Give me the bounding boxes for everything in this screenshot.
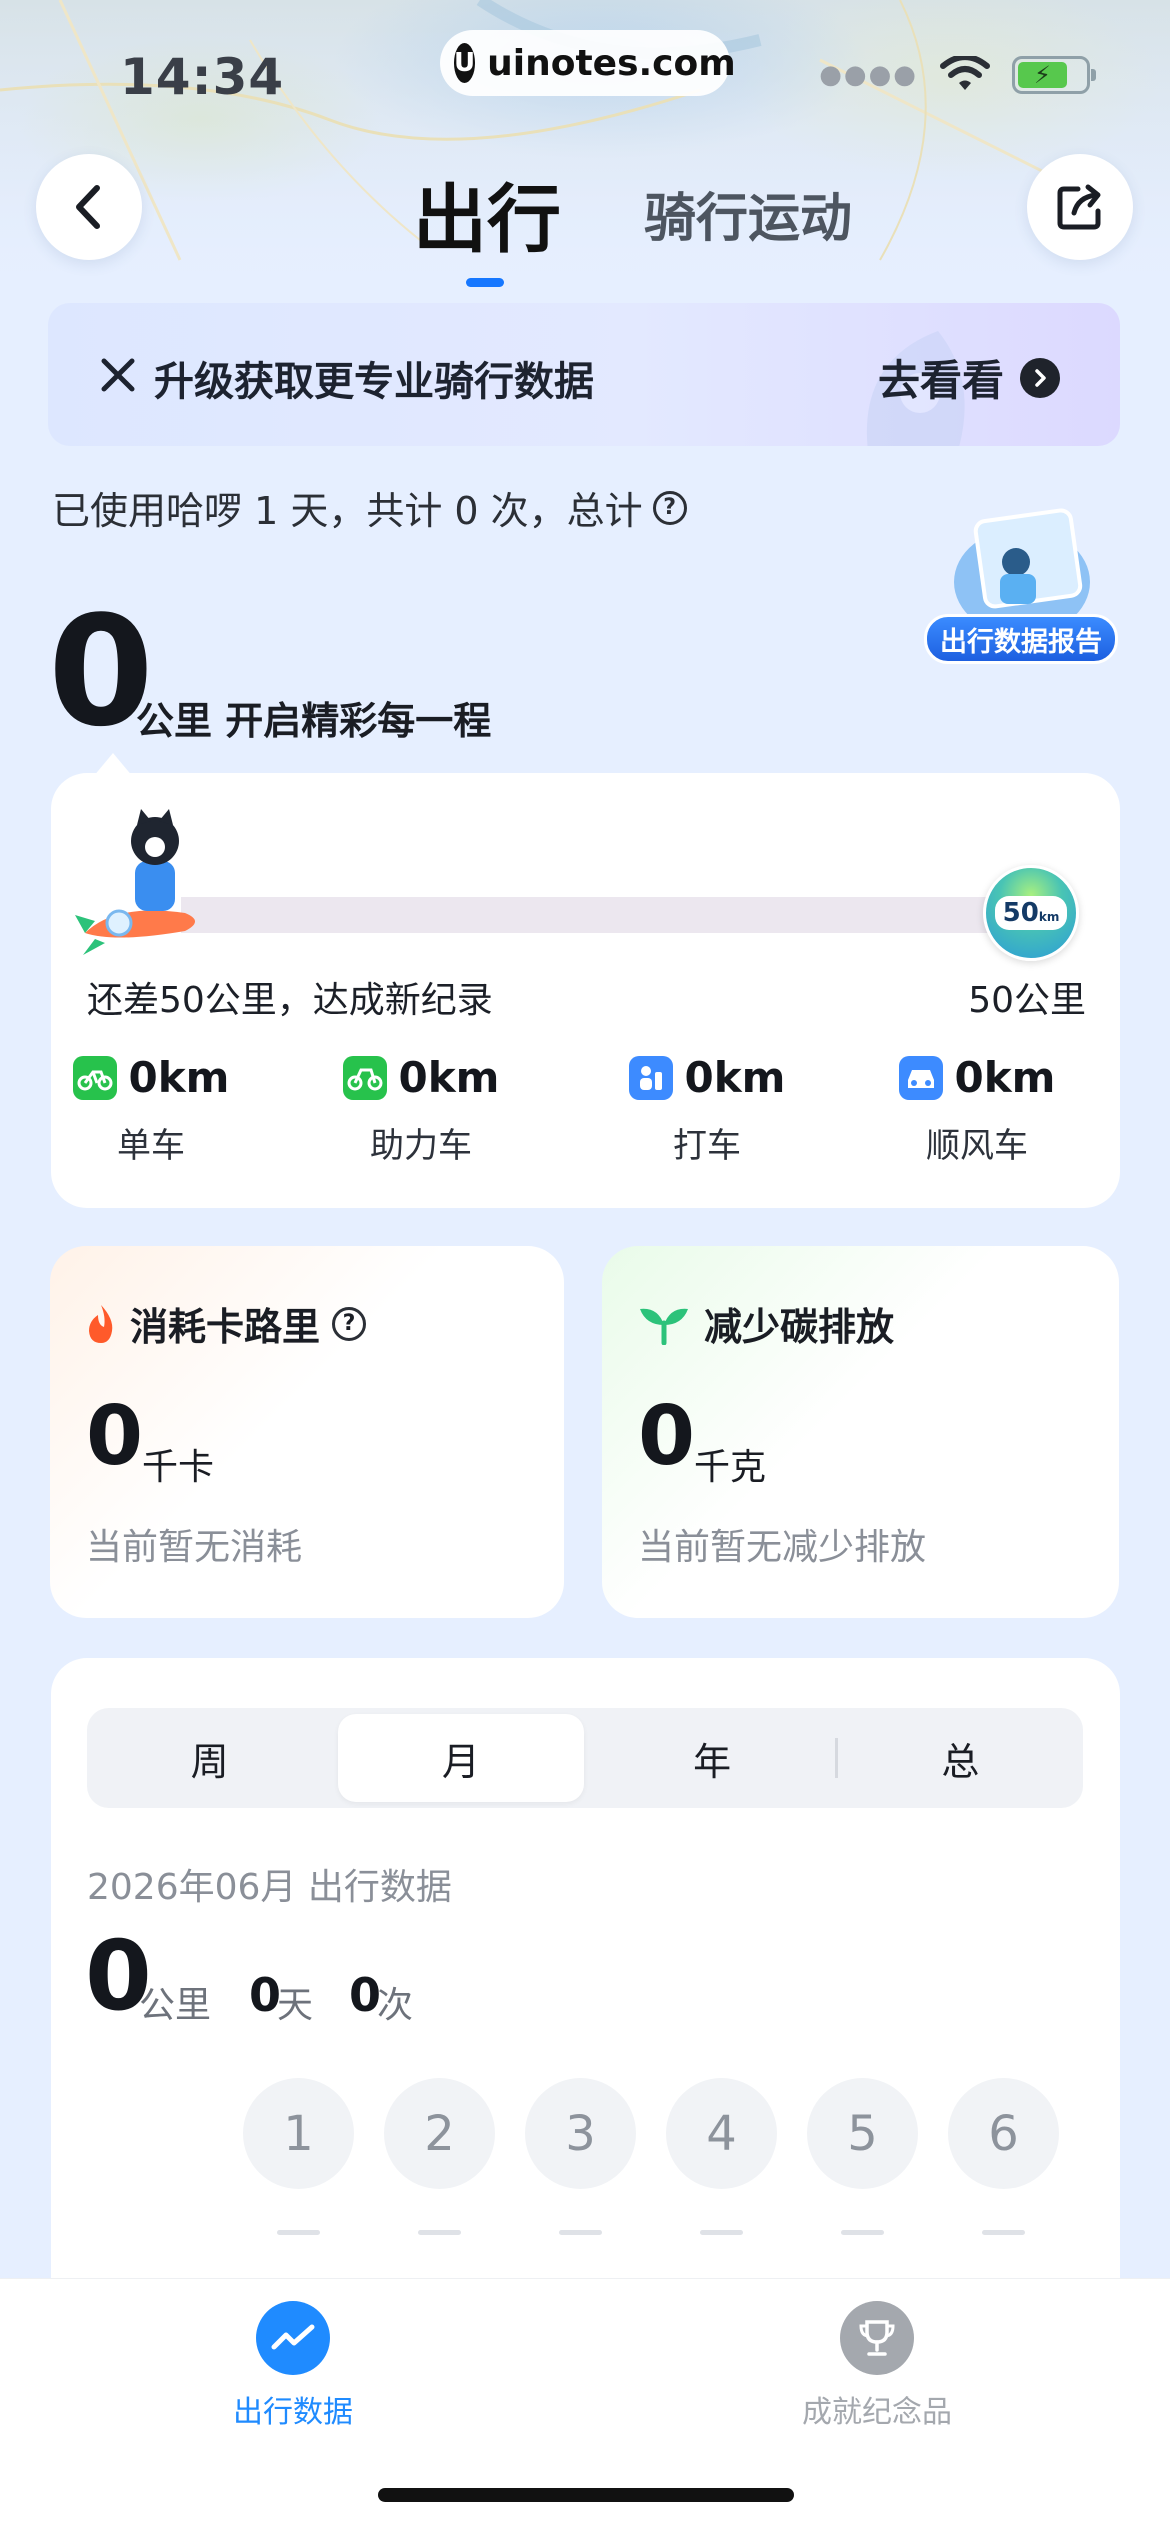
mode-bike-label: 单车 xyxy=(117,1126,185,1166)
day-item[interactable]: 4 xyxy=(666,2078,777,2189)
chevron-right-icon xyxy=(1020,357,1061,398)
carbon-title: 减少碳排放 xyxy=(704,1305,895,1349)
day-item[interactable]: 3 xyxy=(525,2078,636,2189)
nav-travel-data-label: 出行数据 xyxy=(233,2395,353,2430)
car-icon xyxy=(898,1055,943,1100)
banner-text: 升级获取更专业骑行数据 xyxy=(154,359,594,405)
nav-achievements[interactable]: 成就纪念品 xyxy=(757,2301,997,2431)
progress-track xyxy=(181,897,1061,933)
mode-ebike-label: 助力车 xyxy=(370,1126,472,1166)
mode-ebike-value: 0km xyxy=(398,1053,500,1102)
bike-icon xyxy=(72,1055,117,1100)
carbon-value: 0 xyxy=(638,1389,696,1484)
mode-carpool-value: 0km xyxy=(954,1053,1056,1102)
segment-year[interactable]: 年 xyxy=(590,1708,835,1808)
card-pointer xyxy=(93,753,133,777)
status-bar: 14:34 U uinotes.com ●●●● ⚡ xyxy=(0,0,1170,150)
help-icon[interactable]: ? xyxy=(652,490,687,525)
upgrade-banner[interactable]: 升级获取更专业骑行数据 去看看 xyxy=(48,303,1120,446)
taxi-icon xyxy=(628,1055,673,1100)
report-illustration-icon xyxy=(954,508,1090,632)
mode-bike[interactable]: 0km 单车 xyxy=(51,1053,251,1167)
report-badge-label: 出行数据报告 xyxy=(924,614,1118,664)
total-km-label: 公里 开启精彩每一程 xyxy=(136,699,492,743)
day-bar xyxy=(418,2230,461,2235)
wifi-icon xyxy=(940,56,990,90)
tab-indicator xyxy=(466,278,504,287)
goal-badge: 50km xyxy=(983,865,1079,961)
period-times-unit: 次 xyxy=(377,1985,414,2026)
usage-summary: 已使用哈啰 1 天，共计 0 次，总计 ? xyxy=(52,480,687,535)
day-bar xyxy=(559,2230,602,2235)
progress-remaining-text: 还差50公里，达成新纪录 xyxy=(87,980,493,1021)
nav-achievements-label: 成就纪念品 xyxy=(802,2395,952,2430)
home-indicator xyxy=(378,2488,794,2502)
day-selector: 1 2 3 4 5 6 xyxy=(243,2078,1059,2189)
status-time: 14:34 xyxy=(120,48,285,106)
carbon-unit: 千克 xyxy=(694,1447,767,1488)
flame-icon xyxy=(89,1304,113,1343)
top-tabs: 出行 骑行运动 xyxy=(0,160,1170,290)
mode-bike-value: 0km xyxy=(128,1053,230,1102)
battery-icon: ⚡ xyxy=(1012,56,1096,94)
url-pill: U uinotes.com xyxy=(440,30,736,96)
site-logo: U xyxy=(454,43,476,83)
close-icon[interactable] xyxy=(96,353,140,397)
period-title: 2026年06月 出行数据 xyxy=(87,1867,452,1908)
day-bar xyxy=(982,2230,1025,2235)
progress-goal-text: 50公里 xyxy=(968,980,1086,1021)
goal-badge-value: 50 xyxy=(1002,898,1039,928)
banner-cta-label: 去看看 xyxy=(878,356,1005,405)
goal-badge-unit: km xyxy=(1038,910,1060,924)
segment-total[interactable]: 总 xyxy=(838,1708,1083,1808)
day-bar xyxy=(700,2230,743,2235)
day-bar xyxy=(841,2230,884,2235)
trophy-icon xyxy=(840,2301,914,2375)
segment-week[interactable]: 周 xyxy=(87,1708,332,1808)
period-days-unit: 天 xyxy=(277,1985,314,2026)
carbon-card[interactable]: 减少碳排放 0 千克 当前暂无减少排放 xyxy=(602,1246,1119,1618)
rocket-mascot-icon xyxy=(75,809,195,955)
usage-text: 已使用哈啰 1 天，共计 0 次，总计 xyxy=(52,489,643,533)
period-km-unit: 公里 xyxy=(139,1985,212,2026)
mode-taxi-value: 0km xyxy=(684,1053,786,1102)
tab-cycling[interactable]: 骑行运动 xyxy=(644,176,852,251)
carbon-subtext: 当前暂无减少排放 xyxy=(638,1527,927,1568)
calories-value: 0 xyxy=(86,1389,144,1484)
calories-card[interactable]: 消耗卡路里 ? 0 千卡 当前暂无消耗 xyxy=(50,1246,564,1618)
mode-taxi-label: 打车 xyxy=(673,1126,741,1166)
period-segment-control: 周 月 年 总 xyxy=(87,1708,1083,1808)
sprout-icon xyxy=(640,1308,688,1345)
day-bar-placeholders xyxy=(277,2230,1025,2235)
day-bar xyxy=(277,2230,320,2235)
trend-icon xyxy=(256,2301,330,2375)
day-item[interactable]: 2 xyxy=(384,2078,495,2189)
mode-ebike[interactable]: 0km 助力车 xyxy=(321,1053,521,1167)
mode-carpool-label: 顺风车 xyxy=(926,1126,1028,1166)
help-icon[interactable]: ? xyxy=(332,1306,367,1341)
ebike-icon xyxy=(342,1055,387,1100)
day-item[interactable]: 5 xyxy=(807,2078,918,2189)
status-icons: ●●●● ⚡ xyxy=(819,56,1096,94)
url-text: uinotes.com xyxy=(487,42,736,84)
calories-subtext: 当前暂无消耗 xyxy=(86,1527,303,1568)
nav-travel-data[interactable]: 出行数据 xyxy=(173,2301,413,2431)
tab-travel[interactable]: 出行 xyxy=(413,160,561,267)
day-item[interactable]: 6 xyxy=(948,2078,1059,2189)
calories-unit: 千卡 xyxy=(142,1447,215,1488)
banner-cta[interactable]: 去看看 xyxy=(878,347,1061,408)
report-badge[interactable]: 出行数据报告 xyxy=(924,502,1120,664)
cellular-signal-icon: ●●●● xyxy=(819,60,918,90)
calories-title: 消耗卡路里 xyxy=(130,1305,321,1349)
mode-carpool[interactable]: 0km 顺风车 xyxy=(877,1053,1077,1167)
mode-taxi[interactable]: 0km 打车 xyxy=(607,1053,807,1167)
progress-card: 50km 还差50公里，达成新纪录 50公里 0km 单车 0km 助力车 0k… xyxy=(51,753,1120,1208)
segment-month[interactable]: 月 xyxy=(338,1714,584,1802)
day-item[interactable]: 1 xyxy=(243,2078,354,2189)
